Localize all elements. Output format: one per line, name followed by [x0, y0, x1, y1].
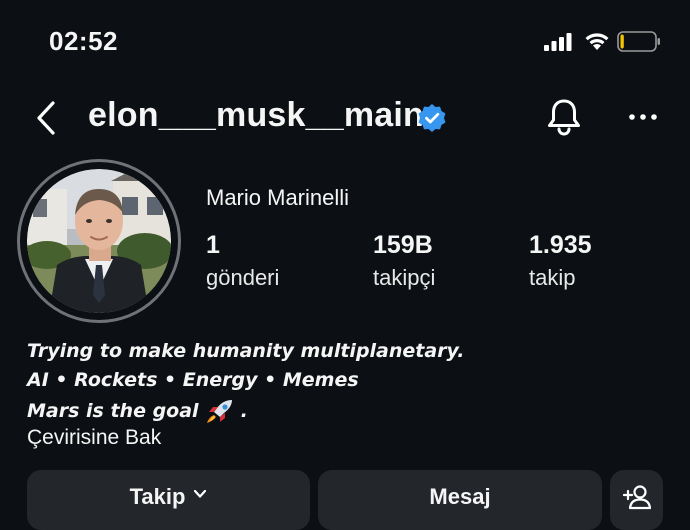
bell-icon[interactable] — [546, 98, 582, 136]
back-chevron-icon[interactable] — [34, 100, 58, 136]
posts-label[interactable]: gönderi — [206, 265, 279, 291]
follow-button[interactable]: Takip — [27, 470, 310, 530]
bio-line-3-text: Mars is the goal — [27, 400, 199, 422]
following-count[interactable]: 1.935 — [529, 231, 592, 260]
posts-count[interactable]: 1 — [206, 231, 220, 260]
avatar[interactable] — [27, 169, 171, 313]
bio-line-2: AI • Rockets • Energy • Memes — [27, 369, 359, 391]
profile-username: elon___musk__main — [88, 96, 425, 134]
bio-line-3: Mars is the goal . — [27, 398, 248, 424]
message-button[interactable]: Mesaj — [318, 470, 602, 530]
verified-badge-icon — [418, 104, 446, 132]
add-person-icon — [622, 485, 651, 510]
message-button-label: Mesaj — [429, 484, 491, 509]
followers-label[interactable]: takipçi — [373, 265, 435, 291]
translate-link[interactable]: Çevirisine Bak — [27, 426, 161, 450]
wifi-icon — [585, 33, 609, 50]
bio-line-3-period: . — [240, 400, 248, 422]
follow-button-label: Takip — [129, 484, 186, 509]
more-horizontal-icon[interactable] — [628, 112, 658, 122]
rocket-emoji-icon — [206, 400, 232, 423]
status-time: 02:52 — [49, 26, 118, 56]
chevron-down-icon — [194, 489, 207, 498]
battery-low-icon — [617, 31, 660, 52]
following-label[interactable]: takip — [529, 265, 575, 291]
suggested-users-button[interactable] — [610, 470, 663, 530]
display-name: Mario Marinelli — [206, 185, 350, 210]
cellular-signal-icon — [544, 33, 572, 51]
bio-line-1: Trying to make humanity multiplanetary. — [27, 340, 465, 362]
followers-count[interactable]: 159B — [373, 231, 433, 260]
